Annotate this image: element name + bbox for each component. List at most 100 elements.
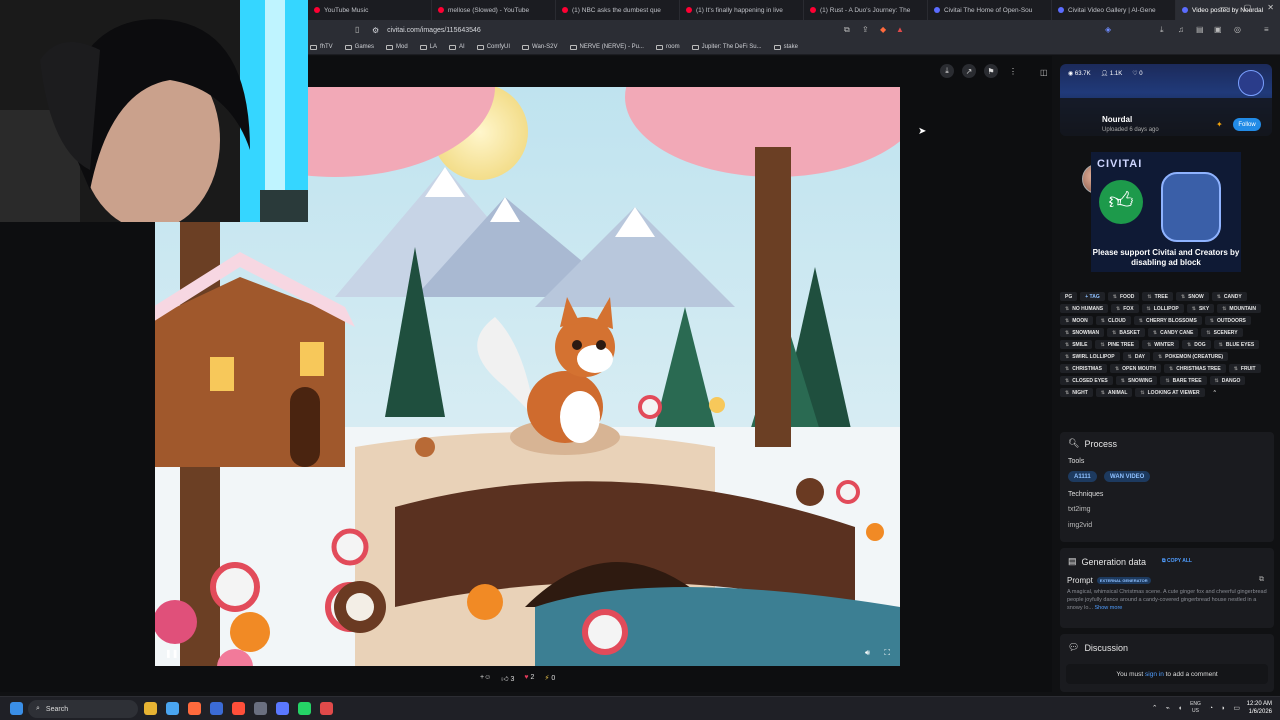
bookmark-item[interactable]: ComfyUI (476, 44, 510, 50)
ad-banner[interactable]: CIVITAI 👍︎ Please support Civitai and Cr… (1091, 152, 1241, 272)
fullscreen-icon[interactable]: ⛶ (884, 648, 890, 658)
vote-icon[interactable]: ⇅ (1065, 306, 1069, 312)
brave-icon[interactable] (188, 702, 201, 715)
vote-icon[interactable]: ⇅ (1181, 294, 1185, 300)
rewards-icon[interactable]: ▲ (896, 25, 904, 34)
collapse-sidebar-icon[interactable]: ◫ (1040, 68, 1048, 77)
tag-chip[interactable]: ⇅ NO HUMANS (1060, 304, 1109, 313)
vote-icon[interactable]: ⇅ (1234, 366, 1238, 372)
download-icon[interactable]: ⤓ (940, 64, 954, 78)
vote-icon[interactable]: ⇅ (1158, 354, 1162, 360)
vote-icon[interactable]: ⇅ (1065, 366, 1069, 372)
menu-icon[interactable]: ≡ (1264, 25, 1269, 34)
tag-chip[interactable]: ⇅ FRUIT (1228, 364, 1261, 373)
bookmark-item[interactable]: stake (773, 44, 798, 50)
vote-icon[interactable]: ⇅ (1101, 390, 1105, 396)
tag-chip[interactable]: ⇅ FOX (1111, 304, 1139, 313)
mute-icon[interactable]: 🔊︎ (865, 648, 870, 658)
download-icon[interactable]: ⤓ (1160, 25, 1164, 35)
vote-icon[interactable]: ⇅ (1121, 378, 1125, 384)
tag-chip[interactable]: ⇅ WINTER (1142, 340, 1180, 349)
tag-chip[interactable]: ⇅ CANDY CANE (1147, 328, 1199, 337)
brave-active-icon[interactable] (232, 702, 245, 715)
bookmark-item[interactable]: AI (449, 44, 465, 50)
tag-chip[interactable]: ⇅ SWIRL LOLLIPOP (1060, 352, 1120, 361)
vote-icon[interactable]: ⇅ (1192, 306, 1196, 312)
tag-chip[interactable]: ⇅ PINE TREE (1095, 340, 1140, 349)
show-more-link[interactable]: Show more (1095, 605, 1123, 611)
network-icon[interactable]: ⌁ (1166, 704, 1170, 712)
tag-chip[interactable]: ⇅ SMILE (1060, 340, 1093, 349)
discord-icon[interactable] (276, 702, 289, 715)
taskbar-search[interactable]: ⌕ Search (28, 700, 138, 718)
bookmark-item[interactable]: LA (419, 44, 437, 50)
minimize-icon[interactable]: — (1220, 3, 1228, 12)
vote-icon[interactable]: ⇅ (1215, 378, 1219, 384)
brave-shield-icon[interactable]: ◆ (880, 25, 886, 34)
vote-icon[interactable]: ⇅ (1147, 342, 1151, 348)
vpn-icon[interactable]: ◎ (1234, 25, 1241, 34)
bookmark-item[interactable]: Games (344, 44, 374, 50)
wallet-icon[interactable]: ▣ (1214, 25, 1222, 34)
app-icon[interactable] (210, 702, 223, 715)
browser-tab[interactable]: (1) NBC asks the dumbest que (556, 0, 680, 20)
bookmark-icon[interactable]: ▯ (355, 25, 359, 34)
tag-chip[interactable]: ⇅ LOOKING AT VIEWER (1135, 388, 1205, 397)
vote-icon[interactable]: ⇅ (1139, 318, 1143, 324)
vote-icon[interactable]: ⇅ (1065, 342, 1069, 348)
tag-chip[interactable]: ⇅ CLOUD (1095, 316, 1131, 325)
wifi-icon[interactable]: ◔ (1209, 705, 1213, 712)
tool-wan-video[interactable]: WAN VIDEO (1104, 471, 1151, 482)
vote-icon[interactable]: ⇅ (1113, 294, 1117, 300)
battery-icon[interactable]: ▭ (1233, 704, 1240, 712)
tag-chip[interactable]: ⇅ LOLLIPOP (1141, 304, 1184, 313)
bookmark-item[interactable]: Jupiter: The DeFi Su... (691, 44, 762, 50)
bolt-reaction[interactable]: ⚡︎ 0 (544, 674, 555, 683)
tip-icon[interactable]: ✦ (1216, 120, 1223, 129)
share-icon[interactable]: ↗ (962, 64, 976, 78)
vote-icon[interactable]: ⇅ (1112, 330, 1116, 336)
tag-chip[interactable]: ⇅ CHRISTMAS (1060, 364, 1107, 373)
share-icon[interactable]: ⇪ (862, 25, 869, 34)
tag-chip[interactable]: ⇅ DAY (1122, 352, 1150, 361)
flag-icon[interactable]: ⚑ (984, 64, 998, 78)
tag-chip[interactable]: ⇅ SNOWMAN (1060, 328, 1105, 337)
vote-icon[interactable]: ⇅ (1140, 390, 1144, 396)
vote-icon[interactable]: ⇅ (1065, 354, 1069, 360)
volume-icon[interactable]: ◖ (1178, 705, 1182, 712)
tag-chip[interactable]: ⇅ SNOWING (1115, 376, 1158, 385)
like-reaction[interactable]: 👍︎ 3 (501, 674, 514, 683)
username[interactable]: Nourdal (1102, 115, 1132, 124)
tag-chip[interactable]: ⇅ OUTDOORS (1204, 316, 1251, 325)
vote-icon[interactable]: ⇅ (1065, 318, 1069, 324)
close-icon[interactable]: ✕ (1267, 3, 1274, 12)
tag-chip[interactable]: ⇅ CANDY (1211, 292, 1247, 301)
sidebar-icon[interactable]: ▤ (1196, 25, 1204, 34)
browser-tab[interactable]: Civitai Video Gallery | AI-Gene (1052, 0, 1176, 20)
vote-icon[interactable]: ⇅ (1065, 390, 1069, 396)
obs-icon[interactable] (320, 702, 333, 715)
copy-all-button[interactable]: ⧉ COPY ALL (1162, 558, 1192, 564)
vote-icon[interactable]: ⇅ (1115, 366, 1119, 372)
vote-icon[interactable]: ⇅ (1187, 342, 1191, 348)
language-indicator[interactable]: ENG US (1190, 701, 1201, 715)
tag-chip[interactable]: ⇅ SKY (1186, 304, 1215, 313)
tag-chip[interactable]: ⇅ DOG (1182, 340, 1211, 349)
follow-button[interactable]: Follow (1233, 118, 1261, 131)
more-icon[interactable]: ⋮ (1006, 64, 1020, 78)
vote-icon[interactable]: ⇅ (1206, 330, 1210, 336)
settings-icon[interactable] (254, 702, 267, 715)
maximize-icon[interactable]: ▢ (1244, 3, 1252, 12)
browser-tab[interactable]: mellose (Slowed) - YouTube (432, 0, 556, 20)
vote-icon[interactable]: ⇅ (1100, 342, 1104, 348)
chrome-icon[interactable] (166, 702, 179, 715)
url-field[interactable]: ⚙ civitai.com/images/115643546 (372, 23, 912, 37)
tag-chip[interactable]: ⇅ ANIMAL (1095, 388, 1133, 397)
tag-chip[interactable]: ⇅ NIGHT (1060, 388, 1093, 397)
vote-icon[interactable]: ⇅ (1065, 378, 1069, 384)
sign-in-link[interactable]: sign in (1145, 671, 1164, 678)
music-icon[interactable]: ♫ (1178, 25, 1184, 34)
bookmark-item[interactable]: room (655, 44, 680, 50)
whatsapp-icon[interactable] (298, 702, 311, 715)
bookmark-item[interactable]: fhTV (310, 44, 333, 50)
